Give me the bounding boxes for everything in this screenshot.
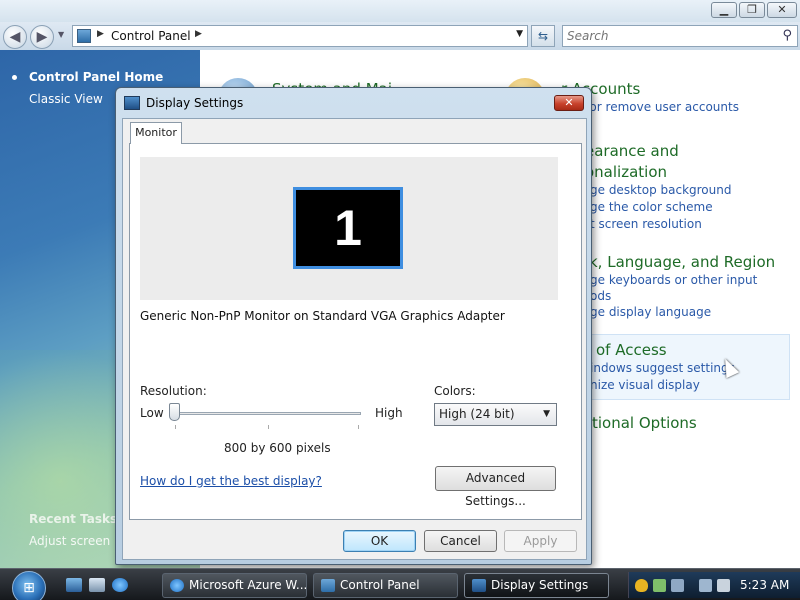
network-icon[interactable]: [699, 579, 712, 592]
resolution-slider-thumb[interactable]: [169, 403, 180, 421]
back-button[interactable]: ◀: [3, 25, 27, 49]
navigation-bar: ◀ ▶ ▼ ▶ Control Panel ▶ ▼ ⇆ ⚲: [0, 22, 800, 50]
resolution-value: 800 by 600 pixels: [224, 441, 331, 455]
sidebar-item-control-panel-home[interactable]: Control Panel Home: [29, 70, 163, 84]
control-panel-icon: [77, 29, 91, 43]
search-box[interactable]: ⚲: [562, 25, 798, 47]
recent-pages-dropdown[interactable]: ▼: [58, 30, 64, 39]
taskbar-item-azure[interactable]: Microsoft Azure W...: [162, 573, 307, 598]
security-center-icon[interactable]: [653, 579, 666, 592]
advanced-settings-button[interactable]: Advanced Settings...: [435, 466, 556, 508]
internet-explorer-icon: [170, 579, 184, 592]
slider-tick: [358, 425, 359, 429]
link-suggest-settings[interactable]: indows suggest settings: [590, 361, 735, 375]
taskbar-item-label: Control Panel: [340, 578, 420, 592]
help-link[interactable]: How do I get the best display?: [140, 474, 322, 488]
colors-selected-value: High (24 bit): [439, 407, 515, 421]
slider-tick: [175, 425, 176, 429]
taskbar: ⊞ Microsoft Azure W... Control Panel Dis…: [0, 568, 800, 600]
security-shield-icon[interactable]: [635, 579, 648, 592]
sidebar-item-classic-view[interactable]: Classic View: [29, 92, 103, 106]
taskbar-item-display-settings[interactable]: Display Settings: [464, 573, 609, 598]
link-display-language[interactable]: ge display language: [590, 305, 711, 319]
dialog-body: Monitor 1 Generic Non-PnP Monitor on Sta…: [122, 118, 587, 560]
maximize-button[interactable]: ❐: [739, 2, 765, 18]
ok-button[interactable]: OK: [343, 530, 416, 552]
bullet-icon: [12, 75, 17, 80]
control-panel-icon: [321, 579, 335, 592]
breadcrumb-control-panel[interactable]: Control Panel: [111, 29, 191, 43]
address-bar[interactable]: ▶ Control Panel ▶ ▼: [72, 25, 528, 47]
cancel-button[interactable]: Cancel: [424, 530, 497, 552]
link-color-scheme[interactable]: ge the color scheme: [590, 200, 713, 214]
network-status-icon[interactable]: [671, 579, 684, 592]
tab-monitor[interactable]: Monitor: [130, 122, 182, 144]
volume-muted-icon[interactable]: [717, 579, 730, 592]
address-dropdown-icon[interactable]: ▼: [516, 29, 523, 39]
taskbar-item-label: Display Settings: [491, 578, 589, 592]
start-button[interactable]: ⊞: [12, 571, 46, 600]
link-add-remove-accounts[interactable]: d or remove user accounts: [578, 100, 739, 114]
taskbar-item-label: Microsoft Azure W...: [189, 578, 307, 592]
link-optimize-visual-display[interactable]: nize visual display: [590, 378, 700, 392]
category-clock-language-region[interactable]: k, Language, and Region: [589, 253, 775, 271]
monitor-number: 1: [334, 200, 362, 256]
show-desktop-icon[interactable]: [66, 578, 82, 592]
clock[interactable]: 5:23 AM: [740, 578, 789, 592]
monitor-arrangement-area: 1: [140, 157, 558, 300]
dialog-title: Display Settings: [146, 96, 244, 110]
forward-button[interactable]: ▶: [30, 25, 54, 49]
display-settings-dialog: Display Settings ✕ Monitor 1 Generic Non…: [115, 87, 592, 565]
resolution-slider-track[interactable]: [173, 412, 361, 415]
resolution-label: Resolution:: [140, 384, 207, 398]
category-additional-options[interactable]: tional Options: [592, 414, 697, 432]
search-input[interactable]: [563, 26, 763, 46]
apply-button[interactable]: Apply: [504, 530, 577, 552]
link-change-keyboards[interactable]: ge keyboards or other input: [590, 273, 757, 287]
slider-tick: [268, 425, 269, 429]
breadcrumb-arrow-icon[interactable]: ▶: [195, 29, 202, 39]
monitor-name: Generic Non-PnP Monitor on Standard VGA …: [140, 309, 505, 323]
link-screen-resolution[interactable]: t screen resolution: [590, 217, 702, 231]
display-settings-icon: [472, 579, 486, 592]
recent-tasks-heading: Recent Tasks: [29, 512, 118, 526]
chevron-down-icon[interactable]: ▼: [543, 404, 550, 425]
breadcrumb-arrow-icon[interactable]: ▶: [97, 29, 104, 39]
resolution-high-label: High: [375, 406, 403, 420]
category-appearance[interactable]: earance and: [585, 142, 679, 160]
display-settings-icon: [124, 96, 140, 110]
close-window-button[interactable]: ✕: [767, 2, 797, 18]
minimize-button[interactable]: ▁: [711, 2, 737, 18]
windows-logo-icon: ⊞: [23, 580, 35, 596]
monitor-1-thumbnail[interactable]: 1: [293, 187, 403, 269]
dialog-close-button[interactable]: ✕: [554, 95, 584, 111]
recent-task-adjust-screen[interactable]: Adjust screen re: [29, 534, 126, 548]
colors-label: Colors:: [434, 384, 476, 398]
category-ease-of-access[interactable]: of Access: [596, 341, 667, 359]
link-desktop-background[interactable]: ge desktop background: [590, 183, 731, 197]
internet-explorer-icon[interactable]: [112, 578, 128, 592]
link-input-methods[interactable]: ods: [590, 289, 611, 303]
taskbar-item-control-panel[interactable]: Control Panel: [313, 573, 458, 598]
search-icon[interactable]: ⚲: [782, 28, 792, 43]
colors-select[interactable]: High (24 bit) ▼: [434, 403, 557, 426]
refresh-button[interactable]: ⇆: [531, 25, 555, 47]
title-bar: ▁ ❐ ✕: [0, 0, 800, 22]
switch-windows-icon[interactable]: [89, 578, 105, 592]
resolution-low-label: Low: [140, 406, 164, 420]
category-appearance-line2[interactable]: onalization: [585, 163, 667, 181]
